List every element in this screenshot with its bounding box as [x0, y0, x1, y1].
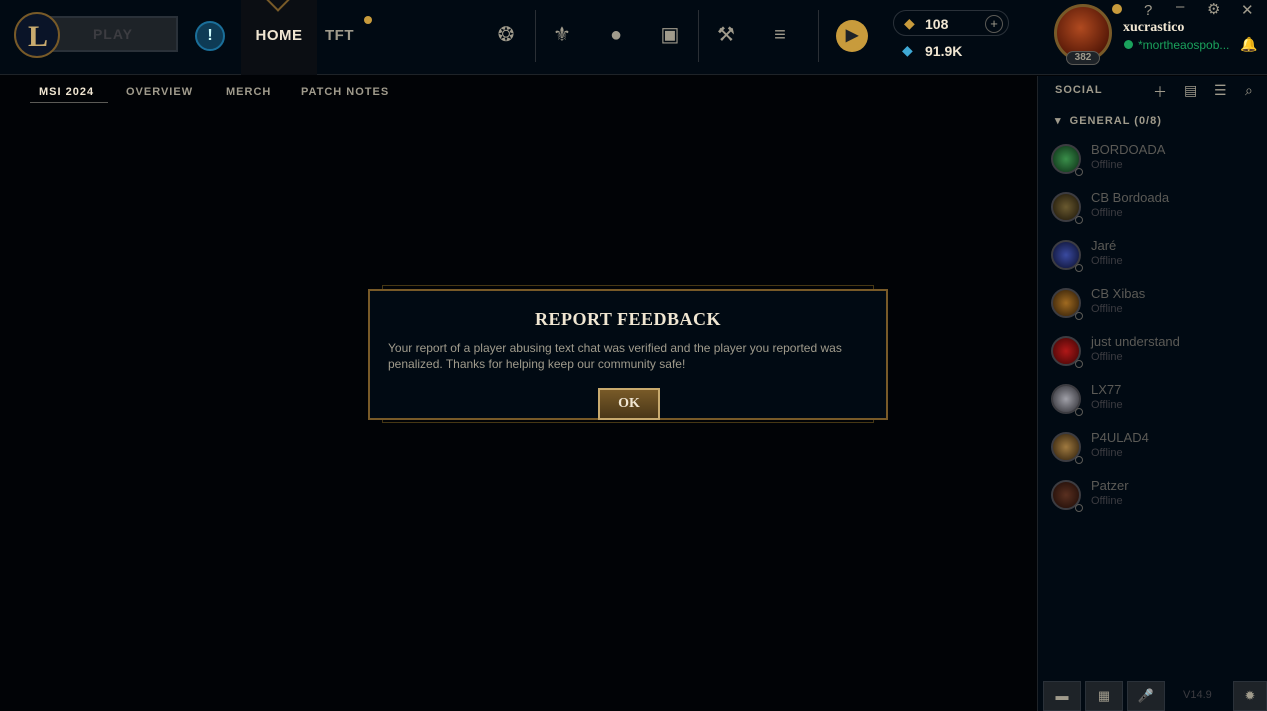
list-item[interactable]: just understand Offline: [1051, 332, 1261, 372]
blue-essence-value: 91.9K: [925, 43, 963, 59]
social-bottom-bar: ▬ ▦ 🎤 V14.9 ✹: [1043, 681, 1267, 711]
tft-icon[interactable]: ⚜: [548, 21, 576, 49]
friend-status: Offline: [1091, 351, 1123, 363]
league-logo-icon[interactable]: L: [14, 12, 60, 58]
clash-icon[interactable]: ❂: [492, 21, 520, 49]
logo-letter: L: [28, 20, 49, 53]
blue-essence-icon: ◆: [902, 42, 913, 58]
store-icon[interactable]: ▶: [836, 20, 868, 52]
friend-name: Patzer: [1091, 478, 1129, 493]
offline-status-dot: [1075, 264, 1083, 272]
friend-status: Offline: [1091, 159, 1123, 171]
status-message[interactable]: *mortheaospob...: [1138, 38, 1236, 52]
dialog-title: REPORT FEEDBACK: [534, 309, 722, 329]
friend-name: LX77: [1091, 382, 1122, 397]
friend-name: BORDOADA: [1091, 142, 1166, 157]
username[interactable]: xucrastico: [1123, 20, 1184, 36]
list-item[interactable]: CB Bordoada Offline: [1051, 188, 1261, 228]
nav-divider: [535, 10, 536, 62]
friend-status: Offline: [1091, 447, 1123, 459]
friend-name: just understand: [1091, 334, 1180, 349]
friend-name: Jaré: [1091, 238, 1117, 253]
friend-status: Offline: [1091, 207, 1123, 219]
nav-divider: [818, 10, 819, 62]
offline-status-dot: [1075, 456, 1083, 464]
list-item[interactable]: Jaré Offline: [1051, 236, 1261, 276]
friend-status: Offline: [1091, 303, 1123, 315]
friend-group-header[interactable]: ▾ GENERAL (0/8): [1055, 114, 1162, 127]
nav-divider: [698, 10, 699, 62]
alert-icon[interactable]: !: [195, 21, 225, 51]
friend-status: Offline: [1091, 495, 1123, 507]
list-view-icon[interactable]: ☰: [1214, 82, 1227, 99]
offline-status-dot: [1075, 312, 1083, 320]
bell-icon[interactable]: 🔔: [1240, 36, 1257, 53]
notification-dot: [1112, 4, 1122, 14]
offline-status-dot: [1075, 168, 1083, 176]
dialog-message: Your report of a player abusing text cha…: [388, 341, 842, 371]
missions-icon[interactable]: ▦: [1085, 681, 1123, 711]
play-button[interactable]: PLAY: [48, 16, 178, 52]
active-tab-chevron-icon: [265, 0, 291, 12]
online-status-dot[interactable]: [1124, 40, 1133, 49]
offline-status-dot: [1075, 504, 1083, 512]
social-panel: SOCIAL ＋ ▤ ☰ ⌕ ▾ GENERAL (0/8) BORDOADA …: [1037, 76, 1267, 711]
close-icon[interactable]: ✕: [1241, 1, 1254, 19]
tft-notification-dot: [364, 16, 372, 24]
subtab-overview[interactable]: OVERVIEW: [126, 86, 193, 98]
tab-tft[interactable]: TFT: [325, 27, 365, 44]
friend-name: P4ULAD4: [1091, 430, 1149, 445]
voice-icon[interactable]: 🎤: [1127, 681, 1165, 711]
friend-name: CB Xibas: [1091, 286, 1146, 301]
client-version: V14.9: [1183, 689, 1212, 701]
subtab-msi-2024[interactable]: MSI 2024: [39, 86, 94, 98]
profile-icon[interactable]: ●: [602, 21, 630, 49]
tab-home-label: HOME: [255, 27, 303, 44]
chat-icon[interactable]: ▬: [1043, 681, 1081, 711]
search-icon[interactable]: ⌕: [1245, 82, 1253, 99]
collection-icon[interactable]: ▣: [656, 21, 684, 49]
sub-nav: MSI 2024 OVERVIEW MERCH PATCH NOTES: [0, 76, 1035, 108]
help-icon[interactable]: ?: [1144, 2, 1152, 19]
list-item[interactable]: CB Xibas Offline: [1051, 284, 1261, 324]
tab-home[interactable]: HOME: [241, 0, 317, 75]
add-friend-icon[interactable]: ＋: [1153, 82, 1167, 102]
social-title: SOCIAL: [1055, 84, 1103, 96]
subtab-patch-notes[interactable]: PATCH NOTES: [301, 86, 389, 98]
gear-icon[interactable]: ⚙: [1207, 0, 1220, 18]
add-folder-icon[interactable]: ▤: [1184, 82, 1197, 99]
riot-points-icon: ◆: [904, 15, 915, 31]
list-item[interactable]: Patzer Offline: [1051, 476, 1261, 516]
riot-points-value: 108: [925, 16, 949, 32]
summoner-level: 382: [1066, 51, 1100, 65]
minimize-icon[interactable]: –: [1176, 0, 1184, 15]
friend-name: CB Bordoada: [1091, 190, 1170, 205]
list-item[interactable]: P4ULAD4 Offline: [1051, 428, 1261, 468]
subtab-merch[interactable]: MERCH: [226, 86, 271, 98]
currency-stack-icon[interactable]: ≡: [766, 21, 794, 49]
friend-status: Offline: [1091, 399, 1123, 411]
friend-status: Offline: [1091, 255, 1123, 267]
ok-button[interactable]: OK: [598, 388, 660, 420]
buy-rp-icon[interactable]: +: [985, 15, 1003, 33]
bug-report-icon[interactable]: ✹: [1233, 681, 1267, 711]
offline-status-dot: [1075, 216, 1083, 224]
loot-icon[interactable]: ⚒: [712, 21, 740, 49]
active-subtab-underline: [30, 102, 108, 103]
list-item[interactable]: LX77 Offline: [1051, 380, 1261, 420]
top-nav-bar: PLAY L ! HOME TFT ❂ ⚜ ● ▣ ⚒ ≡ ▶ ◆ 108 + …: [0, 0, 1267, 75]
list-item[interactable]: BORDOADA Offline: [1051, 140, 1261, 180]
group-label: GENERAL (0/8): [1069, 115, 1162, 127]
offline-status-dot: [1075, 408, 1083, 416]
offline-status-dot: [1075, 360, 1083, 368]
report-feedback-dialog: REPORT FEEDBACK Your report of a player …: [368, 289, 888, 420]
